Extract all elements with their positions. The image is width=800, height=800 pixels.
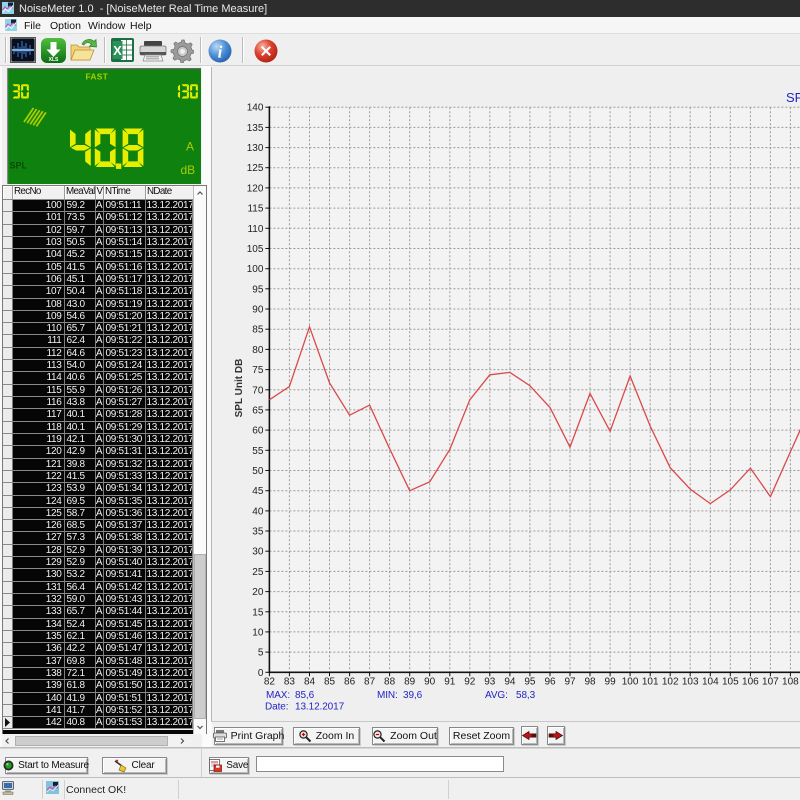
svg-text:dB: dB [181,163,196,177]
svg-text:AVG:: AVG: [485,690,508,701]
svg-text:30: 30 [252,547,264,558]
svg-text:35: 35 [252,527,264,538]
svg-text:83: 83 [284,676,296,687]
svg-text:90: 90 [252,305,264,316]
svg-text:85: 85 [252,325,264,336]
svg-text:55: 55 [252,446,264,457]
svg-text:X: X [113,43,122,58]
svg-text:50: 50 [252,466,264,477]
svg-text:SPL Unit DB: SPL Unit DB [234,359,245,418]
svg-text:104: 104 [702,676,719,687]
svg-text:15: 15 [252,607,264,618]
svg-text:Date:: Date: [265,702,288,713]
svg-text:70: 70 [252,385,264,396]
svg-text:89: 89 [404,676,416,687]
svg-text:82: 82 [264,676,276,687]
svg-text:5: 5 [258,648,264,659]
svg-text:94: 94 [504,676,516,687]
svg-text:92: 92 [464,676,476,687]
svg-text:115: 115 [247,204,263,215]
svg-text:105: 105 [247,244,264,255]
svg-text:20: 20 [252,587,264,598]
svg-text:XLS: XLS [49,57,59,63]
svg-text:105: 105 [722,676,739,687]
svg-text:i: i [218,43,223,62]
svg-text:130: 130 [247,143,264,154]
svg-text:120: 120 [247,183,264,194]
svg-text:93: 93 [484,676,496,687]
svg-text:25: 25 [252,567,264,578]
svg-text:87: 87 [364,676,376,687]
svg-text:75: 75 [252,365,264,376]
svg-text:80: 80 [252,345,264,356]
svg-text:MIN:: MIN: [377,690,398,701]
svg-text:13.12.2017: 13.12.2017 [295,702,345,713]
svg-text:SPL: SPL [10,161,28,171]
svg-text:58,3: 58,3 [516,690,536,701]
svg-text:A: A [186,140,194,154]
svg-text:85: 85 [324,676,336,687]
svg-text:107: 107 [762,676,779,687]
svg-text:99: 99 [605,676,617,687]
svg-text:88: 88 [384,676,396,687]
svg-text:140: 140 [247,103,264,114]
svg-text:125: 125 [247,163,264,174]
svg-text:100: 100 [247,264,264,275]
svg-text:101: 101 [642,676,659,687]
svg-text:10: 10 [252,627,264,638]
svg-text:85,6: 85,6 [295,690,315,701]
svg-text:96: 96 [544,676,556,687]
svg-text:95: 95 [252,284,264,295]
svg-text:135: 135 [247,123,264,134]
svg-text:108: 108 [782,676,799,687]
svg-text:90: 90 [424,676,436,687]
svg-text:SPL: SPL [786,90,800,105]
svg-text:MAX:: MAX: [266,690,290,701]
svg-text:45: 45 [252,486,264,497]
svg-text:97: 97 [564,676,576,687]
svg-text:110: 110 [247,224,263,235]
svg-text:86: 86 [344,676,356,687]
svg-text:39,6: 39,6 [403,690,423,701]
svg-text:95: 95 [524,676,536,687]
svg-text:40: 40 [252,506,264,517]
svg-text:106: 106 [742,676,759,687]
svg-text:65: 65 [252,405,264,416]
svg-text:84: 84 [304,676,316,687]
svg-text:102: 102 [662,676,679,687]
svg-text:FAST: FAST [86,71,109,81]
svg-text:60: 60 [252,426,264,437]
svg-text:91: 91 [444,676,456,687]
svg-text:103: 103 [682,676,699,687]
svg-text:100: 100 [622,676,639,687]
svg-text:98: 98 [584,676,596,687]
